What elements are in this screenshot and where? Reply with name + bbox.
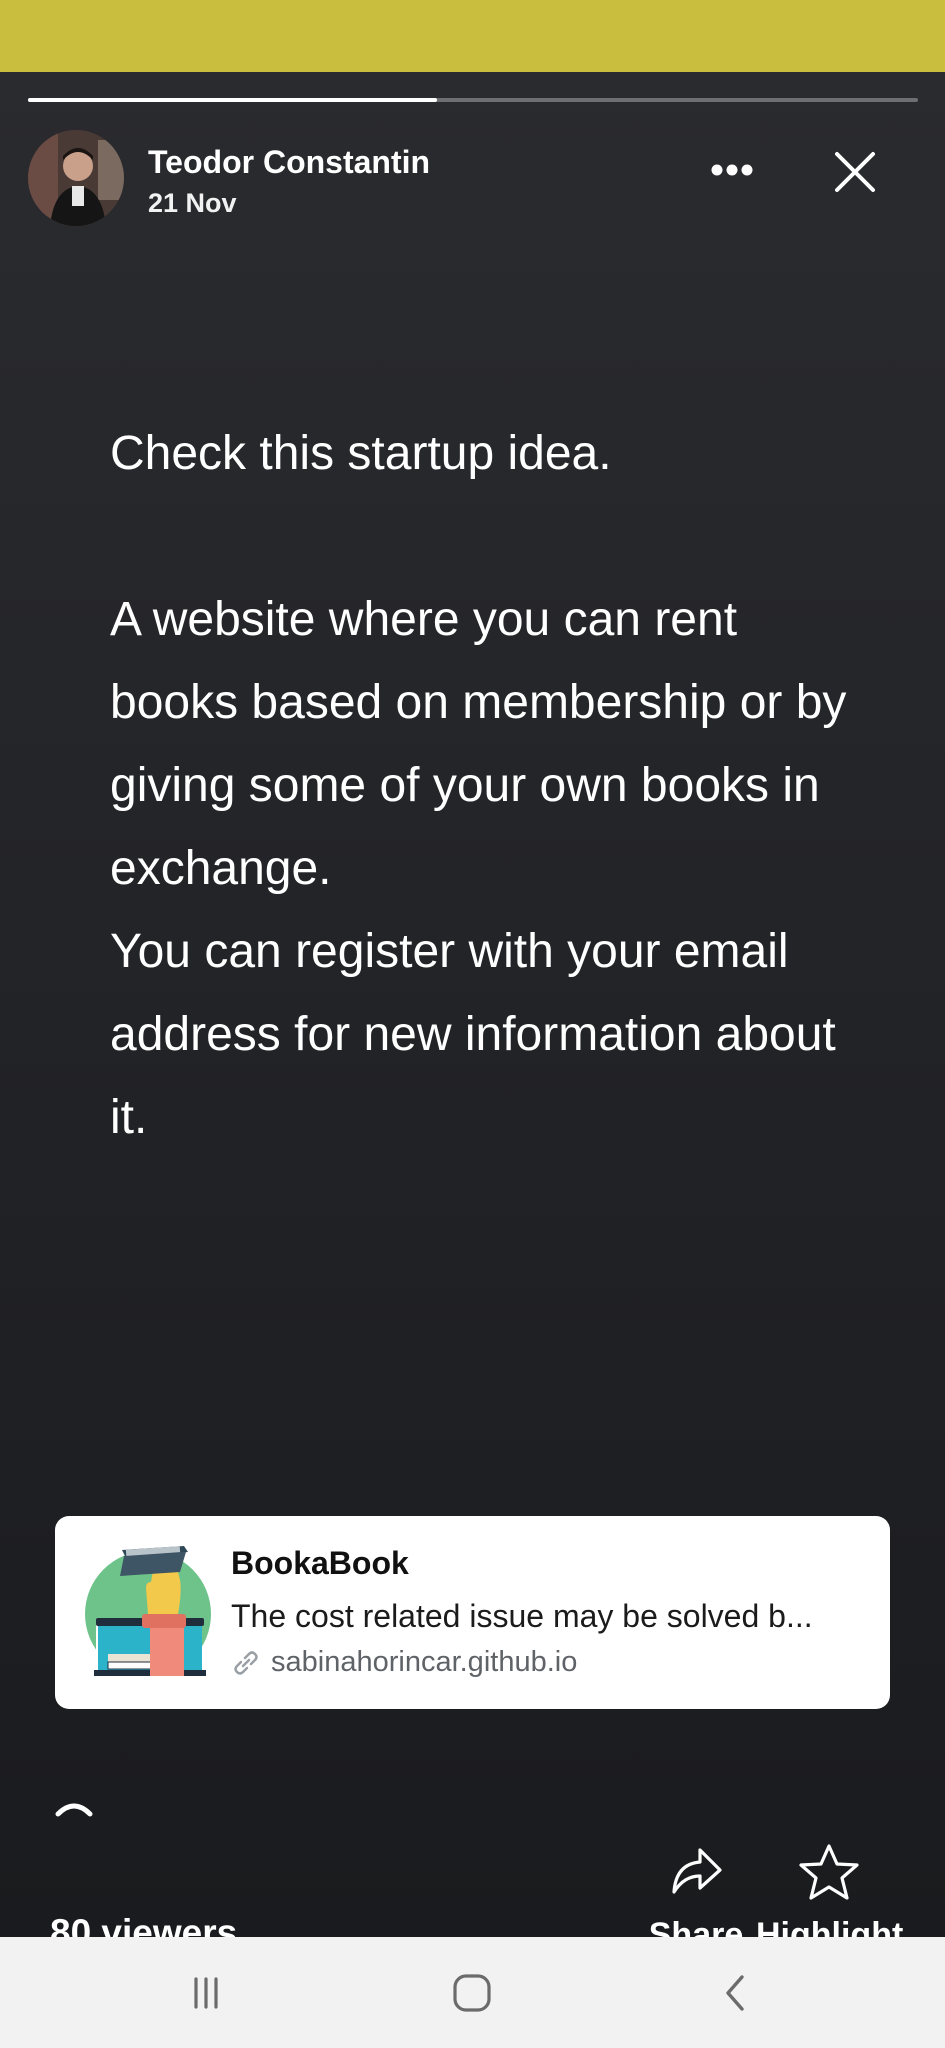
back-icon xyxy=(726,1975,744,2011)
story-viewer: Teodor Constantin 21 Nov Check this star… xyxy=(0,72,945,1954)
link-preview-card[interactable]: BookaBook The cost related issue may be … xyxy=(55,1516,890,1709)
nav-back-button[interactable] xyxy=(700,1965,770,2021)
more-dots-icon xyxy=(711,164,753,176)
close-button[interactable] xyxy=(820,142,890,202)
link-title: BookaBook xyxy=(231,1545,409,1581)
story-progress-bar xyxy=(28,98,918,102)
book-hand-logo-icon xyxy=(85,1546,211,1686)
status-bar xyxy=(0,0,945,72)
author-name[interactable]: Teodor Constantin xyxy=(148,144,430,181)
story-progress-fill xyxy=(28,98,438,102)
author-avatar[interactable] xyxy=(28,130,124,226)
chevron-up-icon[interactable] xyxy=(52,1792,96,1820)
close-icon xyxy=(835,152,875,192)
system-navigation-bar xyxy=(0,1937,945,2048)
link-url-row: sabinahorincar.github.io xyxy=(231,1646,577,1679)
avatar-photo-icon xyxy=(28,130,124,226)
home-icon xyxy=(453,1974,491,2012)
more-options-button[interactable] xyxy=(700,144,764,196)
nav-recents-button[interactable] xyxy=(171,1965,241,2021)
nav-home-button[interactable] xyxy=(437,1965,507,2021)
star-icon xyxy=(798,1844,859,1900)
link-thumbnail xyxy=(80,1536,230,1686)
share-arrow-icon xyxy=(672,1848,722,1894)
post-date: 21 Nov xyxy=(148,188,237,218)
recents-icon xyxy=(194,1977,218,2009)
link-description: The cost related issue may be solved b..… xyxy=(231,1598,813,1634)
story-text: Check this startup idea. A website where… xyxy=(110,427,847,1144)
link-url: sabinahorincar.github.io xyxy=(271,1646,578,1678)
link-icon xyxy=(234,1650,258,1675)
